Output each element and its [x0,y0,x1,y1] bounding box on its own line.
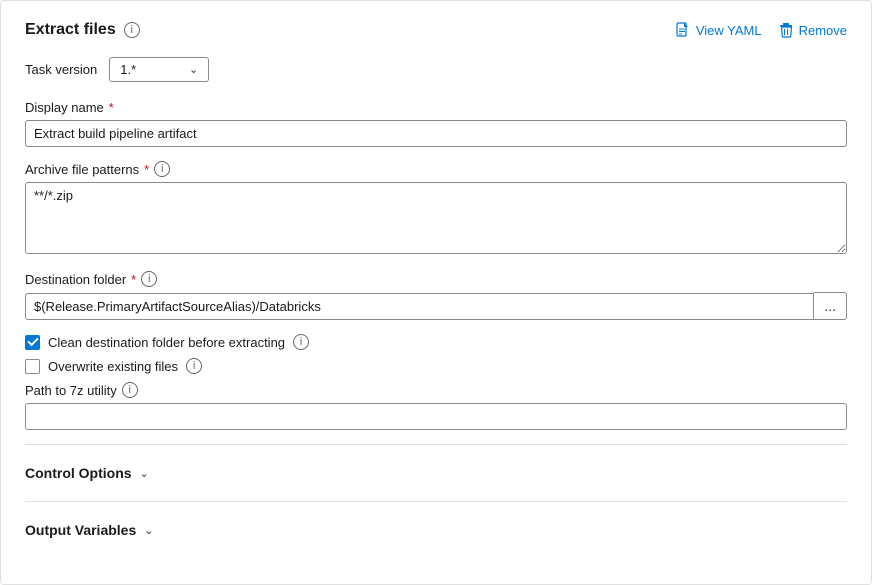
task-version-value: 1.* [120,62,136,77]
chevron-down-icon: ⌄ [189,63,198,76]
destination-folder-required: * [131,272,136,287]
archive-patterns-input[interactable]: **/*.zip [25,182,847,254]
display-name-group: Display name * [25,100,847,147]
view-yaml-label: View YAML [696,23,762,38]
title-info-icon[interactable]: i [124,22,140,38]
page-title: Extract files [25,21,116,39]
overwrite-files-checkbox[interactable] [25,359,40,374]
task-version-label: Task version [25,62,97,77]
destination-folder-row: ... [25,292,847,320]
display-name-input[interactable] [25,120,847,147]
archive-patterns-label: Archive file patterns * i [25,161,847,177]
archive-patterns-group: Archive file patterns * i **/*.zip [25,161,847,257]
divider-2 [25,501,847,502]
destination-folder-group: Destination folder * i ... [25,271,847,320]
remove-label: Remove [799,23,847,38]
view-yaml-button[interactable]: View YAML [675,22,762,38]
clean-destination-label: Clean destination folder before extracti… [48,335,285,350]
output-variables-title: Output Variables [25,522,136,538]
control-options-title: Control Options [25,465,132,481]
remove-button[interactable]: Remove [778,22,847,38]
yaml-icon [675,22,691,38]
remove-icon [778,22,794,38]
path-7z-info-icon[interactable]: i [122,382,138,398]
header-left: Extract files i [25,21,140,39]
display-name-required: * [109,100,114,115]
output-variables-chevron-icon: ⌄ [144,524,153,537]
destination-folder-label: Destination folder * i [25,271,847,287]
overwrite-files-info-icon[interactable]: i [186,358,202,374]
task-version-row: Task version 1.* ⌄ [25,57,847,82]
clean-destination-row: Clean destination folder before extracti… [25,334,847,350]
destination-browse-label: ... [824,298,836,314]
control-options-chevron-icon: ⌄ [140,467,149,480]
path-7z-input[interactable] [25,403,847,430]
destination-folder-input[interactable] [25,293,814,320]
overwrite-files-row: Overwrite existing files i [25,358,847,374]
panel-header: Extract files i View YAML [25,21,847,39]
archive-patterns-info-icon[interactable]: i [154,161,170,177]
clean-destination-info-icon[interactable]: i [293,334,309,350]
divider-1 [25,444,847,445]
extract-files-panel: Extract files i View YAML [0,0,872,585]
destination-browse-button[interactable]: ... [814,292,847,320]
archive-patterns-required: * [144,162,149,177]
path-7z-group: Path to 7z utility i [25,382,847,430]
clean-destination-checkbox[interactable] [25,335,40,350]
header-right: View YAML Remove [675,22,847,38]
path-7z-label: Path to 7z utility i [25,382,847,398]
display-name-label: Display name * [25,100,847,115]
destination-folder-info-icon[interactable]: i [141,271,157,287]
control-options-section[interactable]: Control Options ⌄ [25,459,847,487]
task-version-select[interactable]: 1.* ⌄ [109,57,209,82]
overwrite-files-label: Overwrite existing files [48,359,178,374]
output-variables-section[interactable]: Output Variables ⌄ [25,516,847,544]
